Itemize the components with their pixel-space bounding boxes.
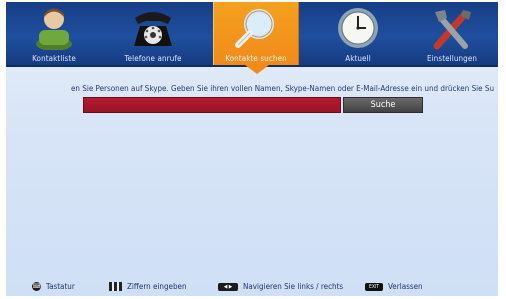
number-keys-icon [109, 282, 122, 291]
instruction-text: en Sie Personen auf Skype. Geben Sie ihr… [70, 84, 494, 93]
keyboard-key-icon: ⌨ [32, 282, 41, 291]
tab-einstellungen[interactable]: Einstellungen [406, 2, 498, 65]
tab-telefone-anrufe[interactable]: Telefone anrufe [107, 2, 199, 65]
tab-label: Einstellungen [426, 54, 478, 63]
exit-key-icon: EXIT [365, 282, 383, 291]
hint-navigieren: ◀ ▶ Navigieren Sie links / rechts [218, 279, 343, 295]
search-input[interactable] [83, 97, 341, 113]
rotary-phone-icon [134, 12, 172, 46]
tab-label: Kontakte suchen [225, 54, 287, 63]
hint-label: Tastatur [46, 282, 75, 291]
tab-aktuell[interactable]: Aktuell [312, 2, 404, 65]
search-button[interactable]: Suche [343, 97, 423, 113]
hint-verlassen: EXIT Verlassen [365, 279, 423, 295]
tools-icon [433, 10, 471, 50]
footer-hints: ⌨ Tastatur Ziffern eingeben ◀ ▶ Navigieren… [6, 279, 498, 295]
active-tab-pointer [245, 65, 269, 74]
hint-label: Ziffern eingeben [127, 282, 187, 291]
top-navigation: Kontaktliste Telefone anrufe Kontakte su… [6, 2, 498, 67]
hint-tastatur: ⌨ Tastatur [32, 279, 75, 295]
hint-label: Navigieren Sie links / rechts [243, 282, 344, 291]
tv-screen: Kontaktliste Telefone anrufe Kontakte su… [6, 2, 498, 296]
hint-label: Verlassen [388, 282, 423, 291]
clock-icon [338, 8, 378, 48]
hint-ziffern: Ziffern eingeben [109, 279, 187, 295]
magnifier-icon [235, 9, 274, 48]
left-right-keys-icon: ◀ ▶ [218, 282, 238, 291]
tab-kontaktliste[interactable]: Kontaktliste [8, 2, 100, 65]
tab-label: Aktuell [345, 54, 371, 63]
tab-kontakte-suchen[interactable]: Kontakte suchen [213, 2, 299, 65]
tab-label: Telefone anrufe [124, 54, 182, 63]
contact-person-icon [36, 8, 72, 50]
tab-label: Kontaktliste [32, 54, 76, 63]
